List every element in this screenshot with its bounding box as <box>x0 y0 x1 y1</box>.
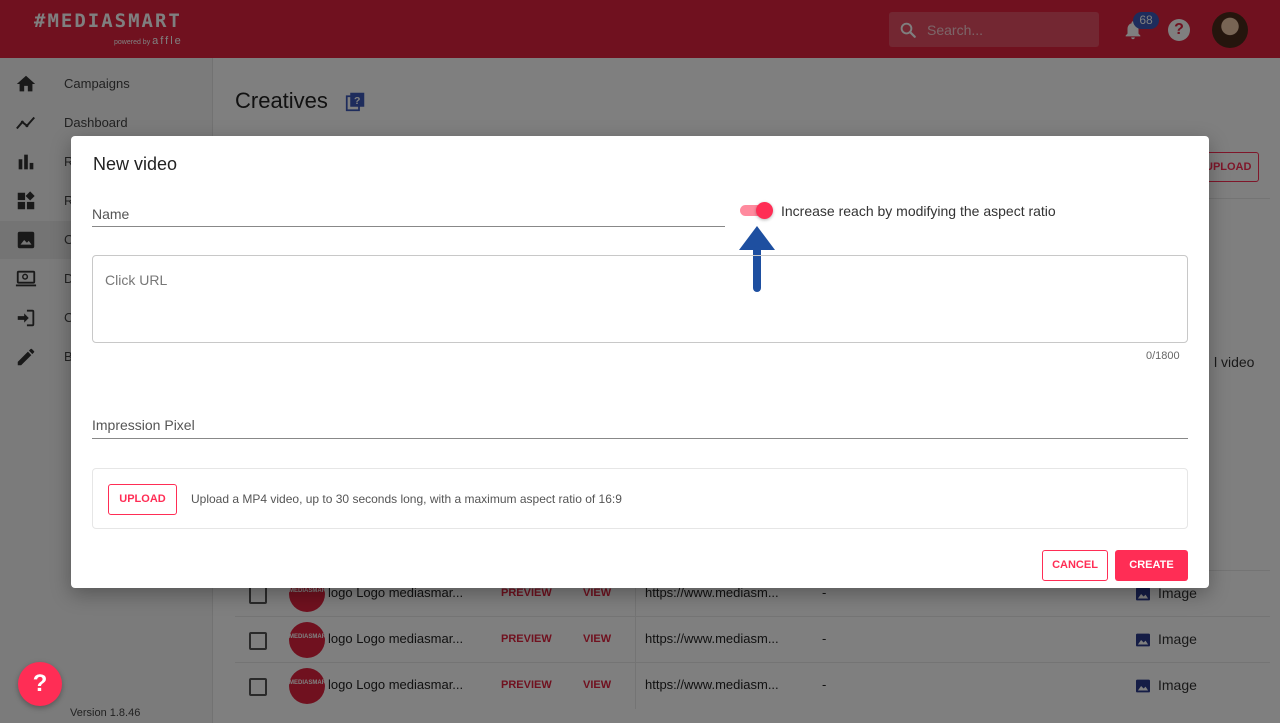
help-fab-button[interactable]: ? <box>18 662 62 706</box>
new-video-dialog: New video Name Increase reach by modifyi… <box>71 136 1209 588</box>
cancel-button[interactable]: CANCEL <box>1042 550 1108 581</box>
name-field[interactable]: Name <box>92 201 725 227</box>
upload-video-button[interactable]: UPLOAD <box>108 484 177 515</box>
toggle-knob <box>756 202 773 219</box>
click-url-field[interactable]: Click URL <box>92 255 1188 343</box>
impression-pixel-label: Impression Pixel <box>92 417 195 433</box>
click-url-label: Click URL <box>105 272 168 288</box>
dialog-title: New video <box>93 154 178 174</box>
upload-area: UPLOAD Upload a MP4 video, up to 30 seco… <box>92 468 1188 529</box>
create-button[interactable]: CREATE <box>1115 550 1188 581</box>
upload-hint: Upload a MP4 video, up to 30 seconds lon… <box>191 492 622 506</box>
name-label: Name <box>92 206 130 222</box>
char-counter: 0/1800 <box>1146 350 1180 362</box>
toggle-label: Increase reach by modifying the aspect r… <box>781 203 1056 219</box>
impression-pixel-field[interactable]: Impression Pixel <box>92 413 1188 439</box>
aspect-ratio-toggle[interactable] <box>740 202 774 219</box>
